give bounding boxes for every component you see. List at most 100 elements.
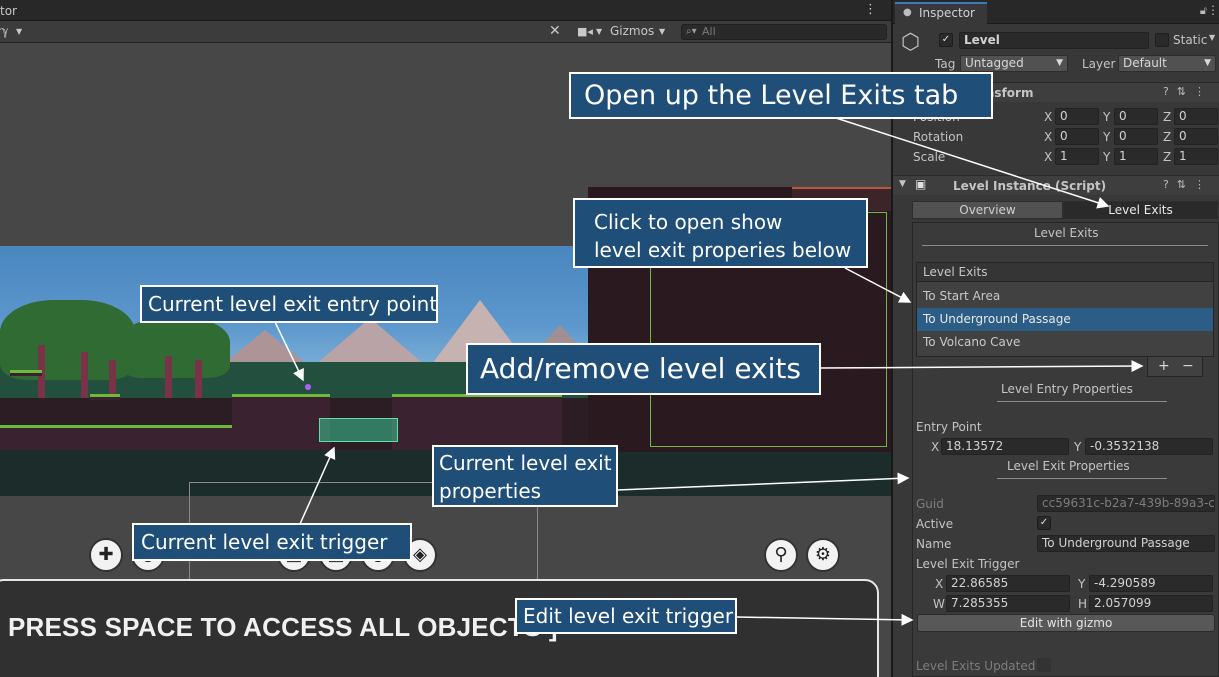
script-icon: ▣ [915, 177, 927, 191]
gizmos-button[interactable]: Gizmos [610, 23, 654, 40]
rotation-x-field[interactable]: 0 [1055, 128, 1099, 145]
tag-label: Tag [935, 57, 956, 71]
callout-click-open-line1: Click to open show [594, 210, 783, 234]
callout-edit-trigger: Edit level exit trigger [515, 598, 737, 634]
layer-label: Layer [1082, 57, 1116, 71]
trigger-x-field[interactable]: 22.86585 [946, 575, 1070, 592]
position-z-field[interactable]: 0 [1174, 108, 1218, 125]
object-name-field[interactable]: Level [959, 32, 1149, 49]
callout-exit-properties-line2: properties [439, 479, 542, 503]
remove-exit-button[interactable]: − [1182, 358, 1194, 374]
trigger-y-label: Y [1078, 577, 1086, 591]
divider [922, 245, 1208, 246]
scene-tab-title[interactable]: tor [0, 4, 17, 18]
settings-icon[interactable]: ⚙ [806, 538, 840, 572]
y-label: Y [1103, 130, 1111, 144]
video-camera-icon[interactable]: ■◂ [577, 23, 593, 40]
position-y-field[interactable]: 0 [1114, 108, 1158, 125]
layer-value: Default [1123, 56, 1167, 70]
list-item[interactable]: To Start Area [917, 285, 1213, 308]
exit-properties-title: Level Exit Properties [1007, 459, 1130, 473]
draw-mode-icon[interactable]: ℽ [0, 23, 9, 40]
inspector-tab-label: Inspector [919, 6, 975, 20]
divider [997, 478, 1167, 479]
search-placeholder: All [702, 25, 716, 38]
zoom-icon[interactable]: ⚲ [764, 538, 798, 572]
ground-platform [0, 425, 232, 450]
entry-y-label: Y [1074, 440, 1082, 454]
scene-menu-icon[interactable]: ⋮ [864, 2, 877, 17]
chevron-down-icon: ▼ [1056, 58, 1063, 68]
tab-overview[interactable]: Overview [912, 201, 1063, 219]
chevron-down-icon: ▼ [1204, 58, 1211, 68]
chevron-down-icon[interactable]: ▼ [16, 23, 22, 40]
tag-value: Untagged [965, 56, 1024, 70]
component-menu-icons[interactable]: ?⇅⋮ [1163, 178, 1213, 191]
x-label: X [1044, 130, 1053, 144]
scene-toolbar: ℽ ▼ ✕ ■◂ ▼ Gizmos ▼ ⌕▾ All [0, 21, 891, 43]
floating-platform [90, 394, 120, 400]
puzzle-piece-icon[interactable]: ✚ [89, 538, 123, 572]
inspector-tab-bar: ● Inspector 🔓︎ ⋮ [893, 0, 1219, 24]
layer-dropdown[interactable]: Default ▼ [1118, 55, 1216, 72]
chevron-down-icon[interactable]: ▼ [659, 23, 665, 40]
guid-field: cc59631c-b2a7-439b-89a3-c [1037, 495, 1215, 512]
component-menu-icons[interactable]: ?⇅⋮ [1163, 85, 1213, 98]
add-exit-button[interactable]: + [1158, 358, 1170, 374]
scale-x-field[interactable]: 1 [1055, 148, 1099, 165]
ground-platform [392, 394, 562, 450]
tag-dropdown[interactable]: Untagged ▼ [960, 55, 1068, 72]
edit-with-gizmo-button[interactable]: Edit with gizmo [917, 614, 1215, 632]
entry-y-field[interactable]: -0.3532138 [1085, 438, 1213, 455]
trigger-h-field[interactable]: 2.057099 [1089, 595, 1213, 612]
rotation-y-field[interactable]: 0 [1114, 128, 1158, 145]
inspector-menu-icon[interactable]: ⋮ [1207, 3, 1219, 17]
static-checkbox[interactable] [1155, 33, 1169, 47]
z-label: Z [1163, 110, 1172, 124]
position-x-field[interactable]: 0 [1055, 108, 1099, 125]
level-instance-header[interactable]: ▼ ▣ Level Instance (Script) ?⇅⋮ [893, 175, 1219, 195]
chevron-down-icon[interactable]: ▼ [899, 179, 906, 189]
level-exit-trigger-gizmo[interactable] [319, 418, 398, 442]
callout-entry-point: Current level exit entry point [140, 285, 438, 323]
divider [997, 401, 1167, 402]
x-label: X [1044, 110, 1053, 124]
static-label: Static [1173, 33, 1208, 47]
exits-updated-label: Level Exits Updated [916, 659, 1036, 673]
hierarchy-search-input[interactable]: ⌕▾ All [681, 24, 887, 40]
exits-updated-checkbox [1037, 658, 1051, 672]
cube-icon: ⬡ [901, 30, 921, 55]
exit-active-checkbox[interactable]: ✓ [1037, 516, 1051, 530]
list-item[interactable]: To Volcano Cave [917, 331, 1213, 354]
ground-platform [232, 394, 330, 450]
z-label: Z [1163, 150, 1172, 164]
list-controls: + − [1147, 357, 1203, 377]
list-item-selected[interactable]: To Underground Passage [917, 308, 1213, 331]
exit-name-field[interactable]: To Underground Passage [1037, 535, 1215, 552]
entry-properties-title: Level Entry Properties [1001, 382, 1133, 396]
name-label: Name [916, 537, 952, 551]
entry-point-marker[interactable] [305, 384, 311, 390]
chevron-down-icon[interactable]: ▼ [1209, 33, 1215, 42]
entry-x-field[interactable]: 18.13572 [941, 438, 1069, 455]
y-label: Y [1103, 110, 1111, 124]
rotation-label: Rotation [913, 130, 964, 144]
tools-icon[interactable]: ✕ [549, 23, 561, 40]
scale-y-field[interactable]: 1 [1114, 148, 1158, 165]
tab-inspector[interactable]: ● Inspector [895, 2, 987, 24]
active-label: Active [916, 517, 954, 531]
scale-z-field[interactable]: 1 [1174, 148, 1218, 165]
callout-click-open-line2: level exit properies below [594, 238, 852, 262]
trigger-label: Level Exit Trigger [916, 557, 1020, 571]
active-checkbox[interactable]: ✓ [939, 33, 953, 47]
rotation-z-field[interactable]: 0 [1174, 128, 1218, 145]
chevron-down-icon[interactable]: ▼ [596, 23, 602, 40]
trigger-y-field[interactable]: -4.290589 [1089, 575, 1213, 592]
press-space-text: PRESS SPACE TO ACCESS ALL OBJECTS ] [8, 612, 558, 642]
tab-level-exits[interactable]: Level Exits [1063, 201, 1218, 219]
callout-open-tab: Open up the Level Exits tab [569, 72, 993, 119]
level-exits-title: Level Exits [1034, 226, 1099, 240]
trigger-w-field[interactable]: 7.285355 [946, 595, 1070, 612]
lock-icon[interactable]: 🔓︎ [1200, 4, 1207, 18]
search-icon: ⌕▾ [686, 26, 697, 37]
